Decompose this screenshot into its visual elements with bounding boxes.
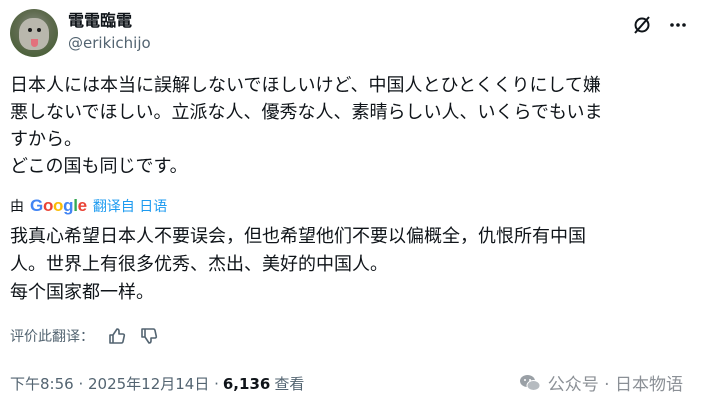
thumb-down-icon[interactable] bbox=[140, 327, 158, 345]
translation-attribution: 由 Google 翻译自 日语 bbox=[10, 196, 167, 216]
tweet-text: 日本人には本当に誤解しないでほしいけど、中国人とひとくくりにして嫌 悪しないでほ… bbox=[10, 75, 603, 177]
views-count: 6,136 bbox=[222, 374, 271, 393]
more-icon[interactable] bbox=[667, 14, 689, 36]
author-handle[interactable]: @erikichijo bbox=[68, 33, 151, 53]
google-logo: Google bbox=[30, 196, 87, 215]
timestamp[interactable]: 下午8:56 · 2025年12月14日 · bbox=[10, 373, 219, 394]
translated-from-link[interactable]: 翻译自 日语 bbox=[93, 196, 167, 216]
author-display-name[interactable]: 電電臨電 bbox=[68, 11, 151, 31]
avatar-eye bbox=[28, 28, 32, 32]
avatar-tongue bbox=[31, 39, 38, 47]
thumb-up-icon[interactable] bbox=[108, 327, 126, 345]
translated-text: 我真心希望日本人不要误会，但也希望他们不要以偏概全，仇恨所有中国 人。世界上有很… bbox=[10, 226, 586, 303]
rate-translation-label: 评价此翻译： bbox=[10, 329, 94, 345]
tweet-meta: 下午8:56 · 2025年12月14日 · 6,136 查看 bbox=[10, 373, 304, 394]
grok-slash-icon[interactable] bbox=[631, 14, 653, 36]
watermark: 公众号 · 日本物语 bbox=[518, 370, 683, 395]
views-label: 查看 bbox=[274, 375, 305, 393]
wechat-icon bbox=[518, 371, 542, 395]
tweet-actions-top bbox=[631, 14, 689, 36]
translation-by-label: 由 bbox=[10, 199, 24, 215]
rate-translation: 评价此翻译： bbox=[10, 326, 158, 346]
avatar-eye bbox=[37, 28, 41, 32]
avatar[interactable] bbox=[10, 9, 58, 57]
watermark-text: 公众号 · 日本物语 bbox=[547, 375, 683, 395]
author-info: 電電臨電 @erikichijo bbox=[68, 11, 151, 53]
